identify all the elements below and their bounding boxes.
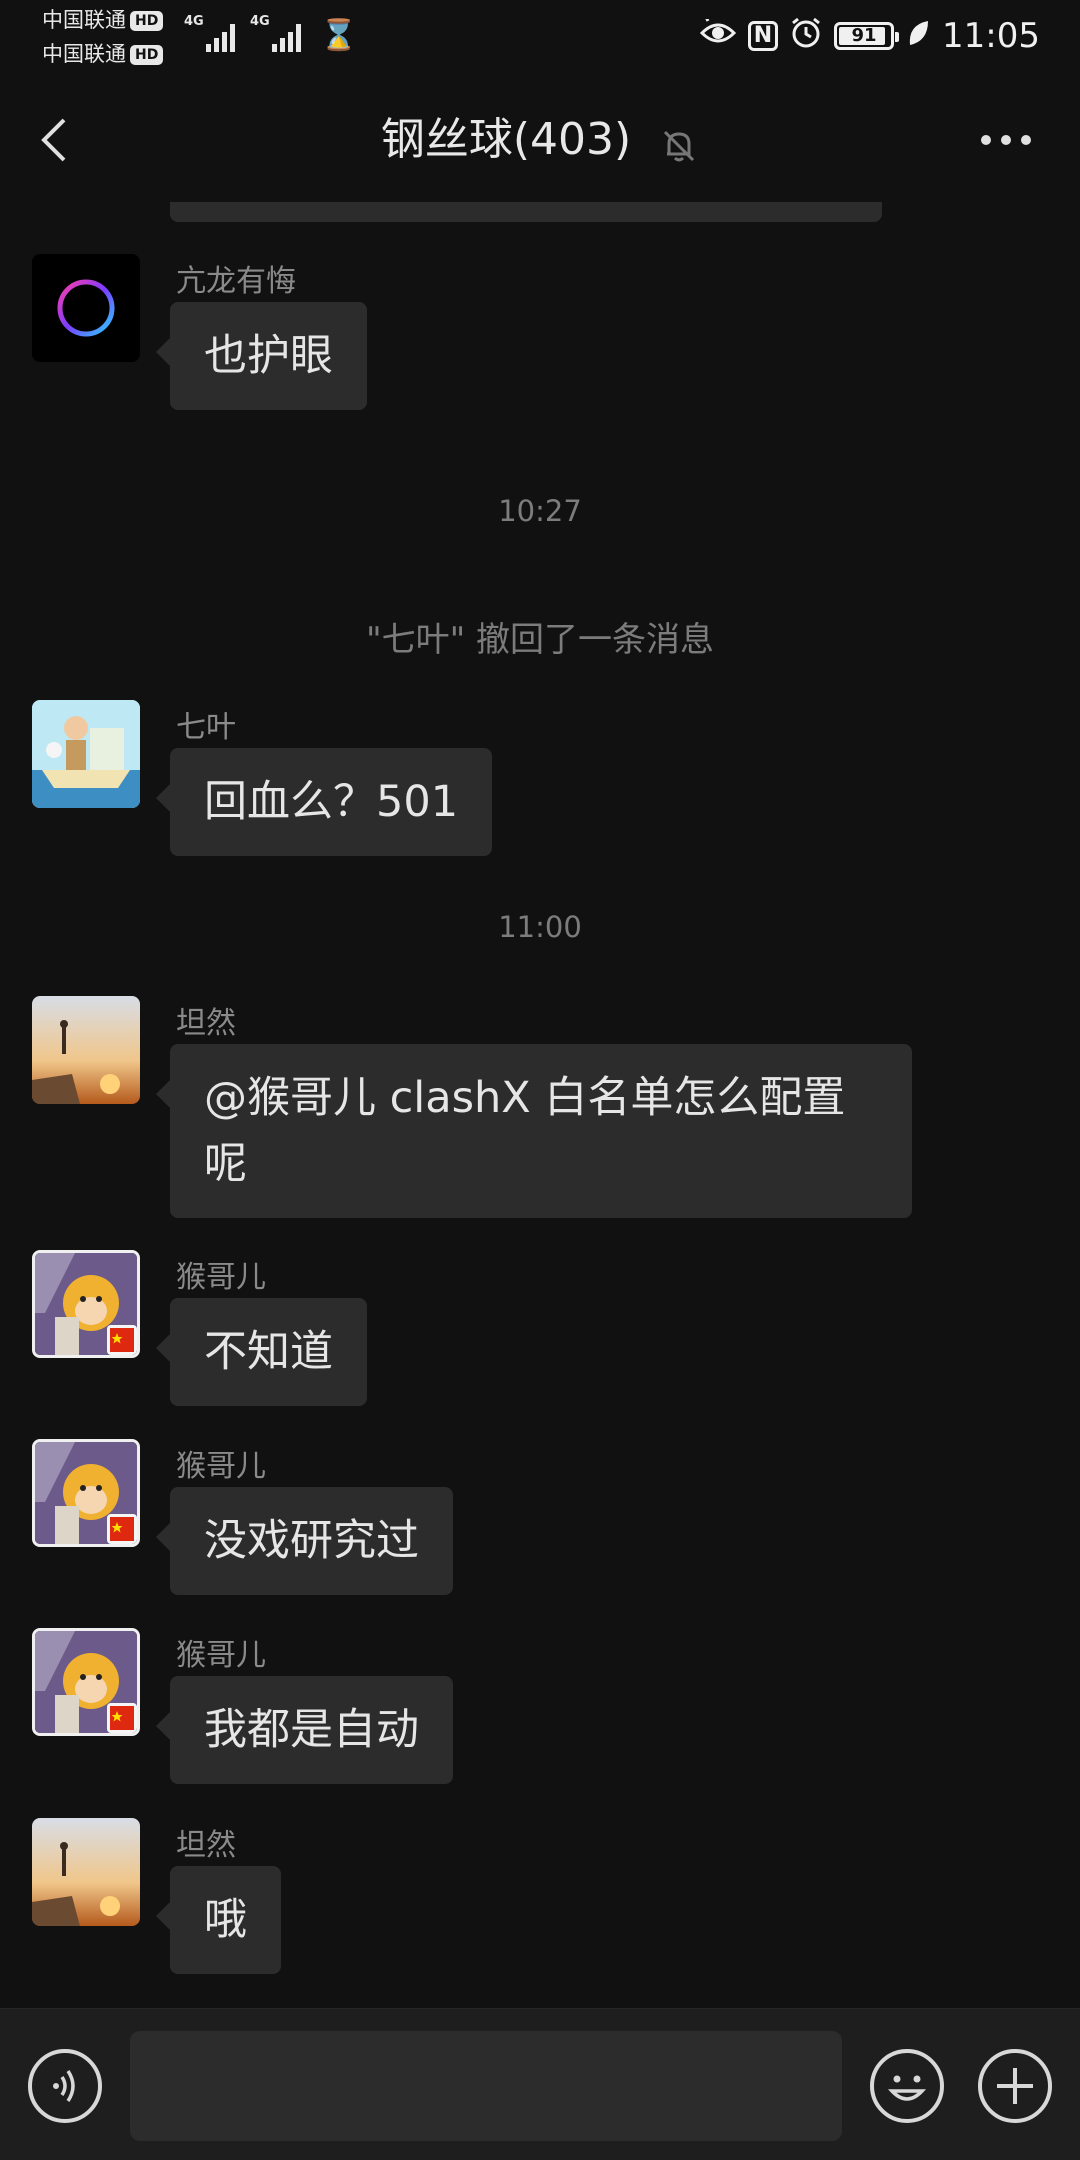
message-bubble[interactable]: 哦 xyxy=(156,1866,281,1974)
avatar[interactable] xyxy=(32,1439,140,1547)
sender-name: 猴哥儿 xyxy=(176,1260,266,1295)
sender-name: 猴哥儿 xyxy=(176,1449,266,1484)
battery-icon: 91 xyxy=(834,22,900,50)
voice-icon[interactable] xyxy=(28,2049,102,2123)
hourglass-icon: ⌛ xyxy=(320,18,358,53)
message-bubble[interactable]: 不知道 xyxy=(156,1298,367,1406)
sender-name: 猴哥儿 xyxy=(176,1638,266,1673)
signal-icon: 4G xyxy=(250,14,306,54)
message-bubble[interactable]: 回血么？501 xyxy=(155,748,493,856)
more-icon[interactable] xyxy=(978,130,1034,150)
nfc-icon: N xyxy=(748,21,779,51)
timestamp: 11:00 xyxy=(498,910,582,944)
message-bubble[interactable]: @猴哥儿 clashX 白名单怎么配置呢 xyxy=(156,1044,912,1218)
status-time: 11:05 xyxy=(942,16,1040,56)
sender-name: 坦然 xyxy=(176,1828,236,1863)
emoji-icon[interactable] xyxy=(870,2049,944,2123)
avatar[interactable] xyxy=(32,1250,140,1358)
recall-notice: "七叶" 撤回了一条消息 xyxy=(365,620,715,660)
timestamp: 10:27 xyxy=(498,494,582,528)
message-bubble[interactable]: 我都是自动 xyxy=(156,1676,453,1784)
carrier-2: 中国联通 HD xyxy=(42,42,164,66)
previous-message-bubble[interactable] xyxy=(170,202,882,222)
hd-badge: HD xyxy=(130,45,164,65)
carrier-1: 中国联通 HD xyxy=(42,8,164,32)
leaf-icon xyxy=(906,19,930,53)
message-input[interactable] xyxy=(130,2031,842,2141)
status-bar: 中国联通 HD 中国联通 HD 4G 4G ⌛ N 91 11:05 xyxy=(0,0,1080,72)
mute-bell-icon xyxy=(659,122,699,162)
sender-name: 亢龙有悔 xyxy=(176,264,296,299)
signal-icon: 4G xyxy=(184,14,240,54)
avatar[interactable] xyxy=(32,996,140,1104)
chat-header: 钢丝球(403) xyxy=(0,72,1080,202)
chat-area[interactable]: 亢龙有悔 也护眼 10:27 "七叶" 撤回了一条消息 七叶 回血么？501 1… xyxy=(0,202,1080,2008)
sender-name: 坦然 xyxy=(176,1006,236,1041)
sender-name: 七叶 xyxy=(176,710,236,745)
hd-badge: HD xyxy=(130,11,164,31)
avatar[interactable] xyxy=(32,1818,140,1926)
alarm-icon xyxy=(790,17,822,55)
input-bar xyxy=(0,2008,1080,2160)
avatar[interactable] xyxy=(32,700,140,808)
chat-title: 钢丝球(403) xyxy=(0,110,1080,170)
message-bubble[interactable]: 没戏研究过 xyxy=(156,1487,453,1595)
avatar[interactable] xyxy=(32,254,140,362)
eye-icon xyxy=(699,16,737,53)
message-bubble[interactable]: 也护眼 xyxy=(156,302,367,410)
group-name: 钢丝球(403) xyxy=(380,114,632,165)
avatar[interactable] xyxy=(32,1628,140,1736)
plus-icon[interactable] xyxy=(978,2049,1052,2123)
